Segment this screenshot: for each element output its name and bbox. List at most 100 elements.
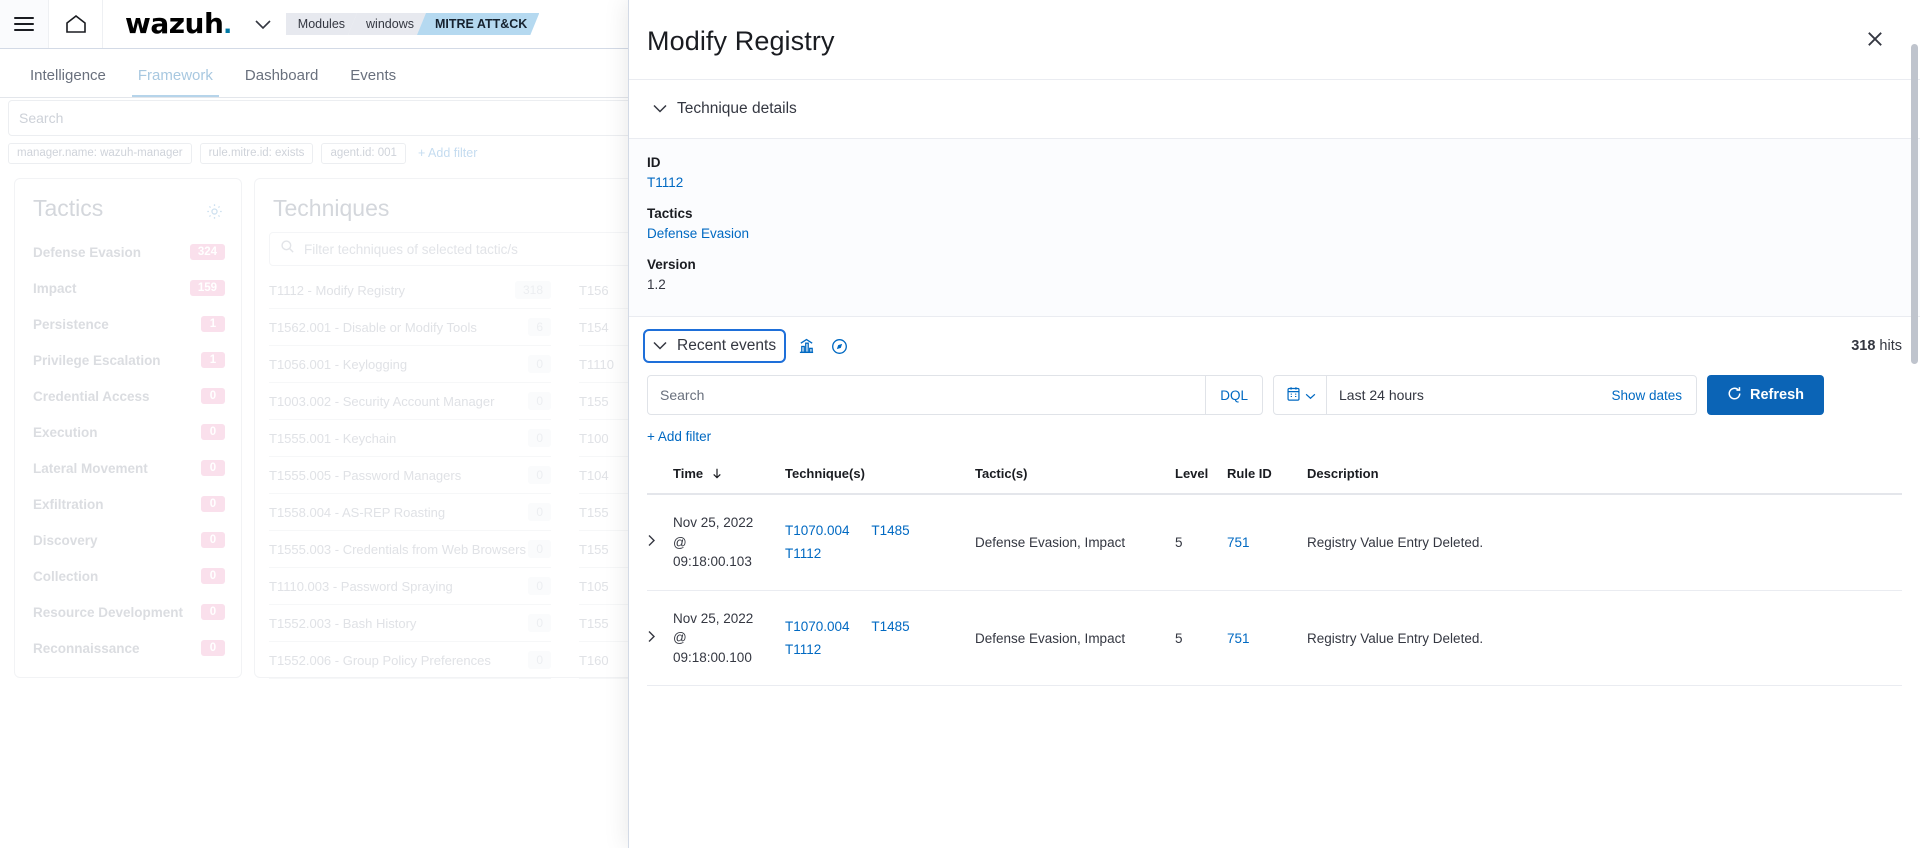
gear-icon[interactable] — [206, 203, 223, 225]
tactic-label: Collection — [33, 568, 99, 584]
chevron-down-icon[interactable] — [254, 19, 272, 30]
search-icon — [280, 239, 295, 259]
list-item[interactable]: T1112 - Modify Registry 318 — [269, 272, 551, 309]
sidebar-item-collection[interactable]: Collection 0 — [15, 558, 241, 594]
technique-link[interactable]: T1070.004 — [785, 523, 850, 538]
flyout-scrollbar-thumb[interactable] — [1911, 44, 1918, 364]
technique-details-toggle[interactable]: Technique details — [647, 96, 803, 122]
bar-chart-icon[interactable] — [796, 336, 817, 357]
list-item[interactable]: T1552.003 - Bash History 0 — [269, 605, 551, 642]
cell-tactics: Defense Evasion, Impact — [975, 494, 1175, 591]
list-item[interactable]: T1562.001 - Disable or Modify Tools 6 — [269, 309, 551, 346]
list-item[interactable]: T1555.001 - Keychain 0 — [269, 420, 551, 457]
global-search-placeholder: Search — [19, 110, 64, 126]
date-quick-select-button[interactable] — [1274, 376, 1327, 414]
close-icon[interactable] — [1862, 26, 1888, 52]
technique-label: T104 — [579, 467, 609, 483]
list-item[interactable]: T1056.001 - Keylogging 0 — [269, 346, 551, 383]
filter-pill-rule-mitre-id[interactable]: rule.mitre.id: exists — [199, 142, 314, 164]
chevron-right-icon[interactable] — [647, 630, 656, 643]
technique-label: T1558.004 - AS-REP Roasting — [269, 504, 446, 520]
home-button[interactable] — [49, 0, 103, 48]
list-item[interactable]: T1555.005 - Password Managers 0 — [269, 457, 551, 494]
list-item[interactable]: T1110.003 - Password Spraying 0 — [269, 568, 551, 605]
technique-label: T105 — [579, 578, 609, 594]
detail-value-tactics-link[interactable]: Defense Evasion — [647, 226, 1902, 241]
technique-link[interactable]: T1112 — [785, 546, 957, 561]
sidebar-item-privilege-escalation[interactable]: Privilege Escalation 1 — [15, 342, 241, 378]
tactic-label: Reconnaissance — [33, 640, 140, 656]
list-item[interactable]: T1555.003 - Credentials from Web Browser… — [269, 531, 551, 568]
sidebar-item-resource-development[interactable]: Resource Development 0 — [15, 594, 241, 630]
th-level[interactable]: Level — [1175, 466, 1227, 495]
technique-label: T1110 — [579, 356, 614, 372]
menu-button[interactable] — [0, 0, 49, 48]
compass-icon[interactable] — [829, 336, 850, 357]
sidebar-item-discovery[interactable]: Discovery 0 — [15, 522, 241, 558]
technique-label: T1552.003 - Bash History — [269, 615, 417, 631]
cell-description: Registry Value Entry Deleted. — [1307, 590, 1902, 687]
breadcrumb-item-modules[interactable]: Modules — [286, 13, 357, 35]
brand-logo[interactable]: wazuh. — [103, 7, 238, 41]
tactics-panel: Tactics Defense Evasion 324 Impact 159 P… — [14, 178, 242, 678]
tab-dashboard[interactable]: Dashboard — [229, 67, 334, 97]
technique-label: T155 — [579, 393, 609, 409]
list-item[interactable]: T1558.004 - AS-REP Roasting 0 — [269, 494, 551, 531]
th-expand — [647, 466, 673, 495]
add-filter-link[interactable]: + Add filter — [418, 146, 477, 160]
sidebar-item-defense-evasion[interactable]: Defense Evasion 324 — [15, 234, 241, 270]
list-item[interactable]: T1552.006 - Group Policy Preferences 0 — [269, 642, 551, 679]
sidebar-item-persistence[interactable]: Persistence 1 — [15, 306, 241, 342]
date-range-value[interactable]: Last 24 hours — [1327, 387, 1611, 403]
sidebar-item-exfiltration[interactable]: Exfiltration 0 — [15, 486, 241, 522]
rule-id-link[interactable]: 751 — [1227, 631, 1250, 646]
rule-id-link[interactable]: 751 — [1227, 535, 1250, 550]
tactic-label: Privilege Escalation — [33, 352, 161, 368]
breadcrumb-item-mitre-attack[interactable]: MITRE ATT&CK — [417, 13, 539, 35]
recent-events-toggle[interactable]: Recent events — [642, 329, 787, 363]
tactic-count-badge: 0 — [201, 460, 225, 476]
th-tactics[interactable]: Tactic(s) — [975, 466, 1175, 495]
breadcrumb-item-windows[interactable]: windows — [348, 13, 426, 35]
table-row[interactable]: Nov 25, 2022 @ 09:18:00.103 T1070.004 T1… — [647, 494, 1902, 591]
tab-framework[interactable]: Framework — [122, 67, 229, 97]
technique-link[interactable]: T1485 — [871, 619, 909, 634]
flyout-header: Modify Registry — [629, 0, 1920, 80]
show-dates-button[interactable]: Show dates — [1611, 388, 1696, 403]
sidebar-item-lateral-movement[interactable]: Lateral Movement 0 — [15, 450, 241, 486]
list-item[interactable]: T1003.002 - Security Account Manager 0 — [269, 383, 551, 420]
technique-label: T154 — [579, 319, 609, 335]
th-rule-id[interactable]: Rule ID — [1227, 466, 1307, 495]
technique-count: 0 — [528, 503, 551, 521]
tab-intelligence[interactable]: Intelligence — [14, 67, 122, 97]
tab-events[interactable]: Events — [334, 67, 412, 97]
cell-techniques: T1070.004 T1485 T1112 — [785, 590, 975, 687]
technique-link[interactable]: T1070.004 — [785, 619, 850, 634]
events-table-head: Time Technique(s) Tactic(s) Level Rule I… — [647, 466, 1902, 495]
refresh-button[interactable]: Refresh — [1707, 375, 1824, 415]
sidebar-item-credential-access[interactable]: Credential Access 0 — [15, 378, 241, 414]
sidebar-item-impact[interactable]: Impact 159 — [15, 270, 241, 306]
th-time[interactable]: Time — [673, 466, 785, 495]
events-add-filter-link[interactable]: + Add filter — [647, 429, 711, 444]
tactics-list: Defense Evasion 324 Impact 159 Persisten… — [15, 234, 241, 666]
th-description[interactable]: Description — [1307, 466, 1902, 495]
technique-link[interactable]: T1485 — [871, 523, 909, 538]
search-input[interactable] — [648, 387, 1206, 403]
dql-selector[interactable]: DQL — [1205, 376, 1262, 414]
th-techniques[interactable]: Technique(s) — [785, 466, 975, 495]
filter-pill-manager-name[interactable]: manager.name: wazuh-manager — [8, 142, 192, 164]
hamburger-icon — [14, 17, 34, 31]
sidebar-item-execution[interactable]: Execution 0 — [15, 414, 241, 450]
tactic-count-badge: 1 — [201, 352, 225, 368]
sidebar-item-reconnaissance[interactable]: Reconnaissance 0 — [15, 630, 241, 666]
filter-pill-agent-id[interactable]: agent.id: 001 — [321, 142, 406, 164]
query-bar: DQL Last 24 hours Show d — [647, 375, 1902, 415]
detail-value-id-link[interactable]: T1112 — [647, 175, 1902, 190]
table-row[interactable]: Nov 25, 2022 @ 09:18:00.100 T1070.004 T1… — [647, 590, 1902, 687]
technique-link[interactable]: T1112 — [785, 642, 957, 657]
detail-field-version: Version 1.2 — [647, 257, 1902, 292]
tactic-count-badge: 0 — [201, 568, 225, 584]
chevron-right-icon[interactable] — [647, 534, 656, 547]
technique-label: T1555.001 - Keychain — [269, 430, 397, 446]
